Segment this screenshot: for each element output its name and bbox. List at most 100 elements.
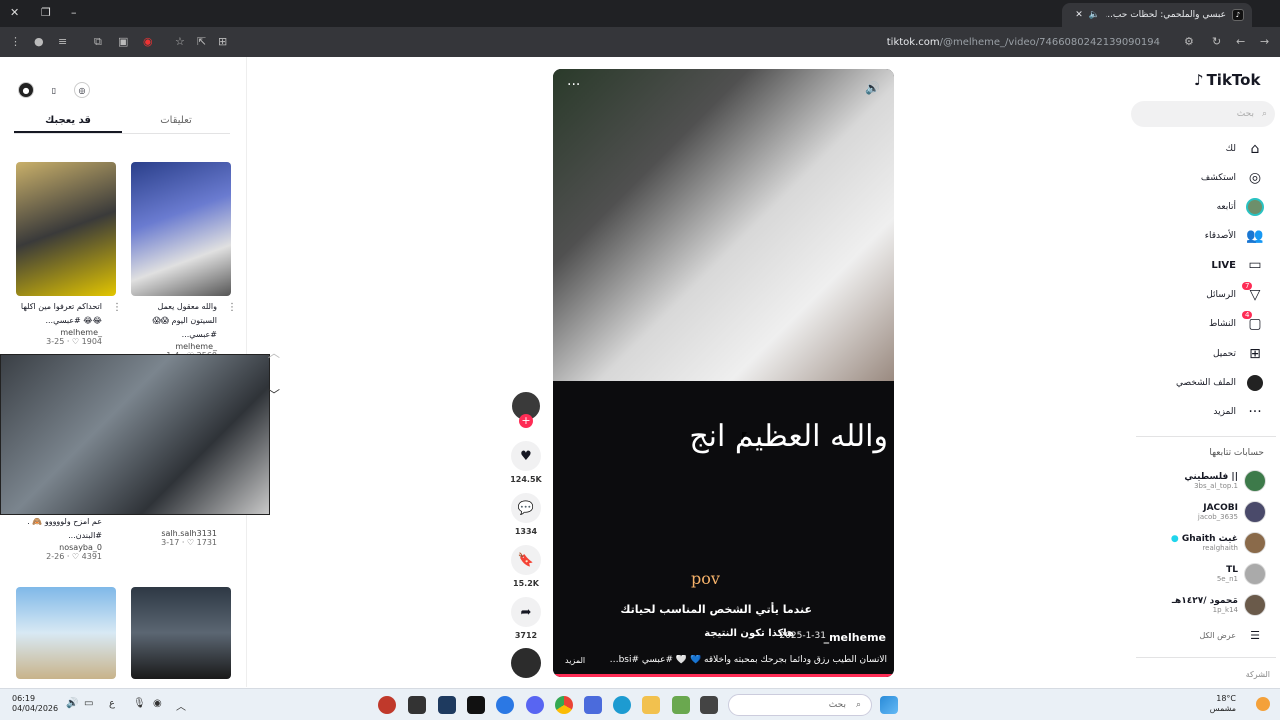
nav-explore[interactable]: استكشف ◎ — [1201, 168, 1264, 188]
file-explorer-icon[interactable] — [642, 696, 660, 714]
tab-you-may-like[interactable]: قد يعجبك — [14, 112, 122, 133]
follow-plus-button[interactable]: + — [519, 414, 533, 428]
phone-icon[interactable]: ▯ — [46, 82, 62, 98]
taskbar-app-icon[interactable] — [438, 696, 456, 714]
account-name: ● Ghaith غيث — [1171, 534, 1238, 544]
nav-messages[interactable]: الرسائل ▽ 7 — [1206, 282, 1264, 305]
nav-friends[interactable]: الأصدقاء 👥 — [1205, 226, 1264, 246]
nav-profile[interactable]: الملف الشخصي — [1176, 373, 1264, 393]
clock[interactable]: 06:19 04/04/2026 — [12, 694, 58, 714]
suggested-video-card[interactable]: والله معقول يعمل السيتون اليوم 😱😱 #عبسي.… — [131, 162, 237, 360]
following-account[interactable]: TL 5e_n1 — [1217, 563, 1266, 585]
language-indicator[interactable]: ع — [109, 698, 115, 709]
account-name: مَحمود /١٤٢٧هـ — [1171, 596, 1238, 606]
show-hidden-icons[interactable]: ︿ — [176, 698, 186, 713]
avatar-icon[interactable]: ● — [18, 82, 34, 98]
menu-dots-icon[interactable]: ⋮ — [10, 35, 21, 48]
picture-in-picture-video[interactable] — [0, 354, 270, 515]
minimize-window-icon[interactable]: – — [71, 6, 77, 19]
address-bar[interactable]: tiktok.com/@melheme_/video/7466080242139… — [160, 31, 1200, 53]
video-progress-bar[interactable] — [553, 674, 894, 677]
suggested-video-card[interactable]: salh.salh3131 3-17 · ♡ 1731 — [131, 529, 231, 547]
comment-icon[interactable]: 💬 — [511, 493, 541, 523]
extension-icon[interactable]: ≡ — [58, 35, 67, 48]
nav-upload[interactable]: تحميل ⊞ — [1213, 344, 1264, 364]
nav-label: الرسائل — [1206, 290, 1236, 300]
taskbar-app-icon[interactable] — [467, 696, 485, 714]
suggested-video-card[interactable] — [131, 587, 231, 679]
save-action[interactable]: 🔖 15.2K — [510, 545, 542, 588]
close-window-icon[interactable]: ✕ — [10, 6, 19, 19]
tab-comments[interactable]: تعليقات — [122, 112, 230, 133]
video-thumbnail[interactable] — [16, 587, 116, 679]
comment-action[interactable]: 💬 1334 — [510, 493, 542, 536]
site-settings-icon[interactable]: ⚙ — [1184, 35, 1194, 48]
extensions-puzzle-icon[interactable]: ⧉ — [94, 35, 102, 49]
video-more-icon[interactable]: ··· — [567, 77, 580, 93]
video-thumbnail[interactable] — [131, 587, 231, 679]
card-menu-icon[interactable]: ⋮ — [227, 302, 237, 313]
following-account[interactable]: فلسطيني || 3bs_al_top.1 — [1184, 470, 1266, 492]
taskbar-app-icon[interactable] — [496, 696, 514, 714]
profile-extension-icon[interactable]: ● — [34, 35, 44, 48]
card-menu-icon[interactable]: ⋮ — [112, 302, 122, 313]
sound-avatar[interactable] — [511, 648, 541, 678]
forward-icon[interactable]: ← — [1236, 35, 1245, 48]
nav-activity[interactable]: النشاط ▢ 4 — [1209, 311, 1264, 334]
suggested-video-card[interactable]: اتحداكم تعرفوا مين اكلها 😂😂 #عبسي... mel… — [16, 162, 122, 346]
following-account[interactable]: JACOBI jacob_3635 — [1198, 501, 1266, 523]
video-author[interactable]: melheme_ — [824, 631, 886, 644]
adblock-extension-icon[interactable]: ▣ — [118, 35, 128, 48]
description-more-button[interactable]: المزيد — [565, 656, 585, 665]
following-account[interactable]: ● Ghaith غيث realghaith — [1171, 532, 1266, 554]
scroll-up-icon[interactable]: ︿ — [268, 344, 280, 361]
taskbar-app-icon[interactable] — [378, 696, 396, 714]
heart-icon[interactable]: ♥ — [511, 441, 541, 471]
share-arrow-icon[interactable]: ➦ — [511, 597, 541, 627]
share-action[interactable]: ➦ 3712 — [510, 597, 542, 640]
back-icon[interactable]: → — [1260, 35, 1269, 48]
volume-tray-icon[interactable]: 🔊 — [66, 698, 78, 709]
suggested-video-card[interactable] — [16, 587, 116, 679]
following-account[interactable]: مَحمود /١٤٢٧هـ 1p_k14 — [1172, 594, 1266, 616]
footer-company-link[interactable]: الشركة — [1246, 670, 1270, 679]
tab-close-icon[interactable]: ✕ — [1075, 10, 1083, 20]
like-action[interactable]: ♥ 124.5K — [510, 441, 542, 484]
bookmark-icon[interactable]: 🔖 — [511, 545, 541, 575]
nav-for-you[interactable]: لك ⌂ — [1226, 139, 1264, 159]
reload-icon[interactable]: ↻ — [1212, 35, 1221, 48]
url-path: /@melheme_/video/7466080242139090194 — [939, 36, 1160, 48]
volume-icon[interactable]: 🔊 — [865, 81, 880, 95]
search-input[interactable]: بحث ⌕ — [1131, 101, 1275, 127]
see-all-button[interactable]: عرض الكل ☰ — [1199, 625, 1264, 645]
taskbar-app-icon[interactable] — [408, 696, 426, 714]
compass-small-icon[interactable]: ◎ — [74, 82, 90, 98]
store-icon[interactable] — [584, 696, 602, 714]
weather-widget[interactable]: 18°C مشمس — [1210, 694, 1236, 714]
edge-icon[interactable] — [613, 696, 631, 714]
taskbar-app-icon[interactable] — [672, 696, 690, 714]
taskbar-app-icon[interactable] — [700, 696, 718, 714]
windows-start-icon[interactable] — [880, 696, 898, 714]
nav-live[interactable]: LIVE ▭ — [1211, 255, 1264, 275]
chrome-icon[interactable] — [555, 696, 573, 714]
search-icon[interactable]: ⌕ — [1262, 109, 1267, 119]
tiktok-logo[interactable]: ♪ TikTok — [1194, 71, 1260, 89]
scroll-down-icon[interactable]: ﹀ — [268, 386, 280, 403]
discord-icon[interactable] — [526, 696, 544, 714]
browser-tab-active[interactable]: ♪ عبسي والملحمي: لحظات حب... 🔈 ✕ — [1062, 3, 1252, 27]
nav-following[interactable]: أتابعه — [1217, 197, 1264, 217]
tab-audio-icon[interactable]: 🔈 — [1089, 10, 1100, 20]
taskbar-search-input[interactable]: بحث ⌕ — [728, 694, 872, 716]
restore-window-icon[interactable]: ❐ — [41, 6, 51, 19]
mic-tray-icon[interactable]: 🎙 — [133, 698, 146, 709]
tray-app-icon[interactable]: ◉ — [153, 698, 162, 709]
video-player[interactable]: ··· 🔊 والله العظيم انج pov عندما يأتي ال… — [553, 69, 894, 677]
nav-more[interactable]: المزيد ··· — [1213, 402, 1264, 422]
video-thumbnail[interactable] — [16, 162, 116, 296]
panel-tabs: قد يعجبك تعليقات — [14, 112, 230, 134]
network-tray-icon[interactable]: ▭ — [84, 698, 93, 709]
video-thumbnail[interactable] — [131, 162, 231, 296]
abp-extension-icon[interactable]: ◉ — [143, 35, 153, 48]
suggested-video-card[interactable]: عم امزح ولووووو 🙈 . #البندن... nosayba_0… — [16, 515, 116, 561]
